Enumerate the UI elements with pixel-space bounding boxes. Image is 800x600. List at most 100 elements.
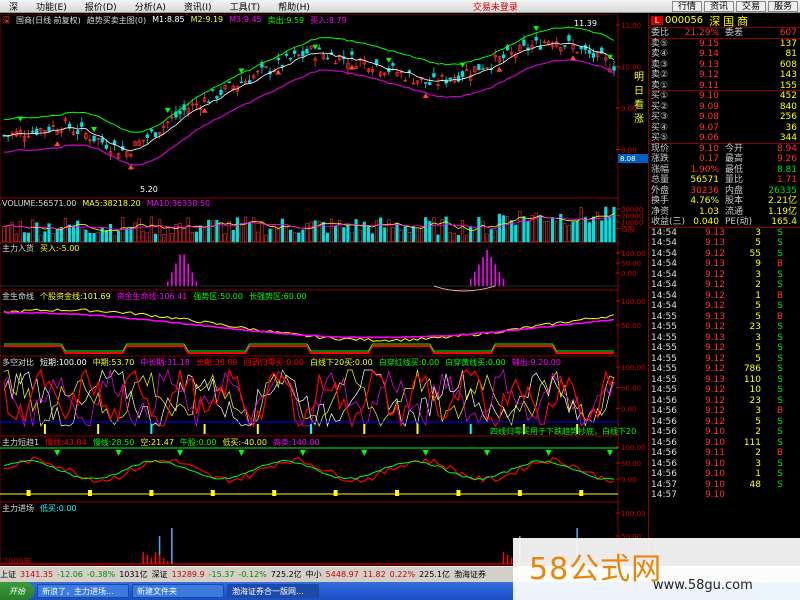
candle-body — [239, 81, 244, 84]
panel-param: 长强势区:60.00 — [248, 292, 307, 301]
menu-item[interactable]: 资讯(I) — [175, 0, 221, 13]
candle-body — [104, 144, 108, 149]
panel-param: 主力入货 — [2, 244, 34, 253]
tick-price: 9.12 — [704, 385, 725, 395]
quote-label: 今开 — [725, 143, 744, 154]
panel-param: 中长期:31.18 — [140, 358, 190, 367]
menu-item[interactable]: 工具(T) — [221, 0, 270, 13]
tick-time: 14:56 — [651, 448, 677, 458]
tick-volume: 9 — [755, 259, 761, 269]
volume-bar — [587, 222, 592, 243]
start-button[interactable]: 开始 — [0, 582, 34, 600]
volume-bar — [194, 231, 199, 243]
volume-bar — [469, 226, 473, 243]
tick-price: 9.13 — [704, 332, 725, 343]
volume-bar — [583, 217, 587, 243]
volume-bar — [117, 230, 121, 243]
trade-login-status[interactable]: 交易未登录 — [473, 0, 518, 13]
tick-direction: S — [777, 353, 783, 364]
tick-price: 9.13 — [704, 374, 725, 385]
book-price: 9.13 — [698, 59, 719, 70]
tick-time: 14:54 — [651, 259, 677, 269]
price-high-label: 11.39 — [574, 19, 597, 28]
quote-row: 委比 21.29% 委差 607 — [649, 28, 800, 39]
quote-panel: L 000056 深国商 委比 21.29% 委差 607 卖⑤ 9.15 137 卖④ 9.1… — [648, 14, 800, 566]
candle-body — [149, 129, 154, 132]
panel-param: 买入:8.79 — [310, 16, 347, 25]
volume-bar — [288, 229, 293, 243]
menu-item[interactable]: 帮助(H) — [269, 0, 319, 13]
volume-bar — [88, 232, 92, 243]
volume-bar — [215, 220, 219, 243]
volume-bar — [235, 217, 239, 243]
axis-tick-label: 百股 — [621, 226, 635, 234]
quote-row: 净资 1.03 流通 1.19亿 — [649, 207, 800, 218]
tick-volume: 3 — [755, 332, 761, 343]
top-right-button[interactable]: 服务 — [767, 0, 798, 12]
tick-direction: S — [777, 332, 783, 343]
side-note-char: 看 — [634, 98, 644, 111]
axis-tick-label: 100.00 — [621, 364, 646, 372]
volume-bar — [108, 223, 113, 243]
tick-price: 9.10 — [704, 437, 725, 448]
chart-area[interactable]: 11.0010.009.008.00300002000010000百股100.0… — [0, 14, 648, 566]
menu-item[interactable]: 报价(D) — [76, 0, 126, 13]
panel-title-main: 深国商(日线 前复权) 趋势买卖主图(0) M1:8.85 M2:9.19 M3:9.4… — [2, 15, 347, 26]
candle-body — [563, 45, 567, 47]
quote-row: 涨幅 1.90% 最低 8.81 — [649, 165, 800, 176]
menu-item[interactable]: 功能(E) — [27, 0, 76, 13]
status-item: 上证 — [0, 570, 16, 579]
panel-param: 强势区:50.00 — [193, 292, 243, 301]
axis-tick-label: 100.00 — [621, 250, 646, 258]
top-right-button[interactable]: 交易 — [735, 0, 766, 12]
quote-label: 委比 — [651, 28, 670, 38]
taskbar-button[interactable]: 渤海证券合一版网... — [227, 584, 319, 598]
status-item: 225.1亿 — [419, 570, 450, 579]
buy-signal-bar — [416, 424, 419, 434]
volume-bar — [55, 229, 59, 243]
tick-direction: B — [776, 448, 783, 458]
menu-item[interactable]: 分析(A) — [126, 0, 175, 13]
book-level: 买⑤ — [651, 133, 669, 143]
top-right-button[interactable]: 行情 — [671, 0, 702, 12]
order-book-row: 买⑤ 9.06 344 — [649, 133, 800, 144]
quote-value: 4.76% — [690, 196, 719, 206]
volume-bar — [346, 224, 350, 243]
candle-body — [477, 64, 481, 71]
volume-bar — [575, 220, 579, 243]
volume-bar — [231, 230, 235, 243]
tick-direction: S — [777, 479, 783, 490]
candle-body — [100, 137, 104, 143]
taskbar-button[interactable]: 新建文件夹 — [132, 584, 224, 598]
quote-value: 0.040 — [693, 217, 719, 227]
quote-row: 现价 9.10 今开 8.94 — [649, 144, 800, 155]
tick-price: 9.12 — [704, 269, 725, 280]
axis-tick-label: 0.00 — [621, 405, 637, 413]
quote-value: 8.81 — [776, 164, 797, 175]
book-level: 买③ — [651, 112, 669, 122]
tick-volume: 5 — [755, 311, 761, 322]
taskbar-button[interactable]: 新浪了，主力进场... — [37, 584, 129, 598]
quote-value: 8.94 — [776, 143, 797, 154]
tick-price: 9.12 — [704, 322, 725, 332]
menu-item[interactable]: 深 — [0, 0, 27, 13]
candle-body — [247, 80, 252, 84]
tick-direction: S — [777, 238, 783, 248]
tick-price: 9.12 — [704, 248, 725, 259]
book-price: 9.09 — [698, 101, 719, 112]
volume-bar — [301, 229, 305, 243]
panel-param: 牛股:0.00 — [179, 438, 217, 447]
tick-row: 14:56 9.10 2 S — [649, 427, 800, 438]
order-book-row: 买① 9.10 452 — [649, 91, 800, 102]
quote-value: 30236 — [690, 185, 719, 196]
status-item: 3141.35 — [20, 570, 54, 579]
volume-bar — [379, 217, 383, 243]
candle-body — [284, 53, 289, 56]
top-right-button[interactable]: 资讯 — [703, 0, 734, 12]
tick-time: 14:54 — [651, 238, 677, 248]
volume-bar — [342, 227, 346, 243]
quote-value: 1.03 — [698, 206, 719, 217]
book-price: 9.11 — [698, 80, 719, 91]
